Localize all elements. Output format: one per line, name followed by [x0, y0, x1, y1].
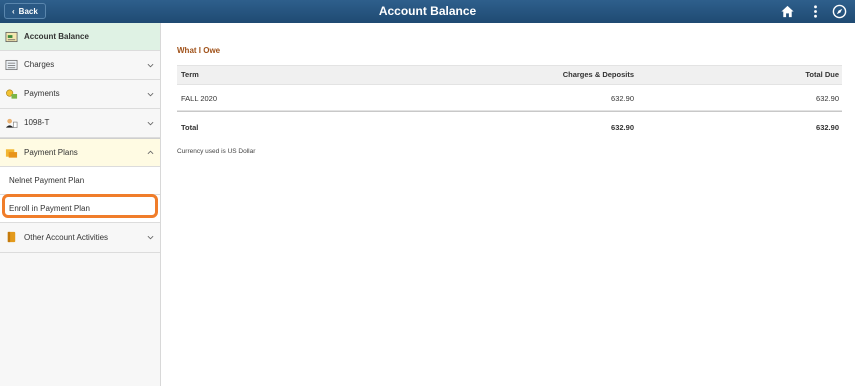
sidebar-item-label: Payment Plans — [24, 148, 78, 157]
other-activities-icon — [7, 231, 16, 243]
back-button[interactable]: ‹ Back — [4, 3, 46, 19]
compass-icon[interactable] — [832, 4, 847, 19]
back-label: Back — [18, 7, 38, 16]
total-due-cell: 632.90 — [816, 94, 839, 103]
sidebar-item-other-account-activities[interactable]: Other Account Activities — [0, 223, 160, 253]
sidebar-item-payments[interactable]: Payments — [0, 80, 160, 109]
table-total-row: Total 632.90 632.90 — [177, 111, 842, 139]
sidebar-item-label: Other Account Activities — [24, 233, 109, 242]
term-cell: FALL 2020 — [181, 94, 218, 103]
sidebar: Account Balance Charges Payments 1098-T — [0, 23, 161, 386]
table-header: Term Charges & Deposits Total Due — [177, 65, 842, 85]
column-header-term: Term — [181, 70, 199, 79]
kebab-menu-icon[interactable] — [808, 4, 823, 19]
total-due-value: 632.90 — [816, 123, 839, 132]
sidebar-item-payment-plans[interactable]: Payment Plans — [0, 138, 160, 167]
chevron-down-icon — [147, 92, 154, 97]
home-icon[interactable] — [780, 4, 795, 19]
sidebar-item-label: 1098-T — [24, 118, 50, 127]
chevron-up-icon — [147, 150, 154, 155]
sidebar-subitem-label: Enroll in Payment Plan — [9, 204, 90, 213]
chevron-down-icon — [147, 121, 154, 126]
charges-cell: 632.90 — [611, 94, 634, 103]
sidebar-item-charges[interactable]: Charges — [0, 51, 160, 80]
sidebar-item-label: Payments — [24, 89, 60, 98]
sidebar-subitem-nelnet-payment-plan[interactable]: Nelnet Payment Plan — [0, 167, 160, 195]
sidebar-item-account-balance[interactable]: Account Balance — [0, 23, 160, 51]
page-title: Account Balance — [378, 4, 477, 18]
sidebar-subitem-label: Nelnet Payment Plan — [9, 176, 85, 185]
1098t-icon — [5, 118, 18, 128]
main-content: What I Owe Term Charges & Deposits Total… — [161, 23, 855, 386]
currency-note: Currency used is US Dollar — [177, 148, 256, 155]
payment-plans-icon — [5, 149, 18, 158]
chevron-left-icon: ‹ — [12, 7, 15, 16]
sidebar-item-1098t[interactable]: 1098-T — [0, 109, 160, 138]
column-header-total-due: Total Due — [805, 70, 839, 79]
section-title: What I Owe — [177, 46, 221, 55]
total-charges-cell: 632.90 — [611, 123, 634, 132]
sidebar-subitem-enroll-in-payment-plan[interactable]: Enroll in Payment Plan — [0, 195, 160, 223]
column-header-charges-deposits: Charges & Deposits — [562, 70, 634, 79]
top-bar: ‹ Back Account Balance — [0, 0, 855, 23]
table-row: FALL 2020 632.90 632.90 — [177, 85, 842, 111]
charges-icon — [5, 59, 18, 71]
payments-icon — [6, 89, 18, 99]
chevron-down-icon — [147, 235, 154, 240]
sidebar-item-label: Account Balance — [24, 32, 89, 41]
chevron-down-icon — [147, 63, 154, 68]
sidebar-item-label: Charges — [24, 60, 55, 69]
account-balance-icon — [5, 31, 18, 43]
total-label: Total — [181, 123, 199, 132]
